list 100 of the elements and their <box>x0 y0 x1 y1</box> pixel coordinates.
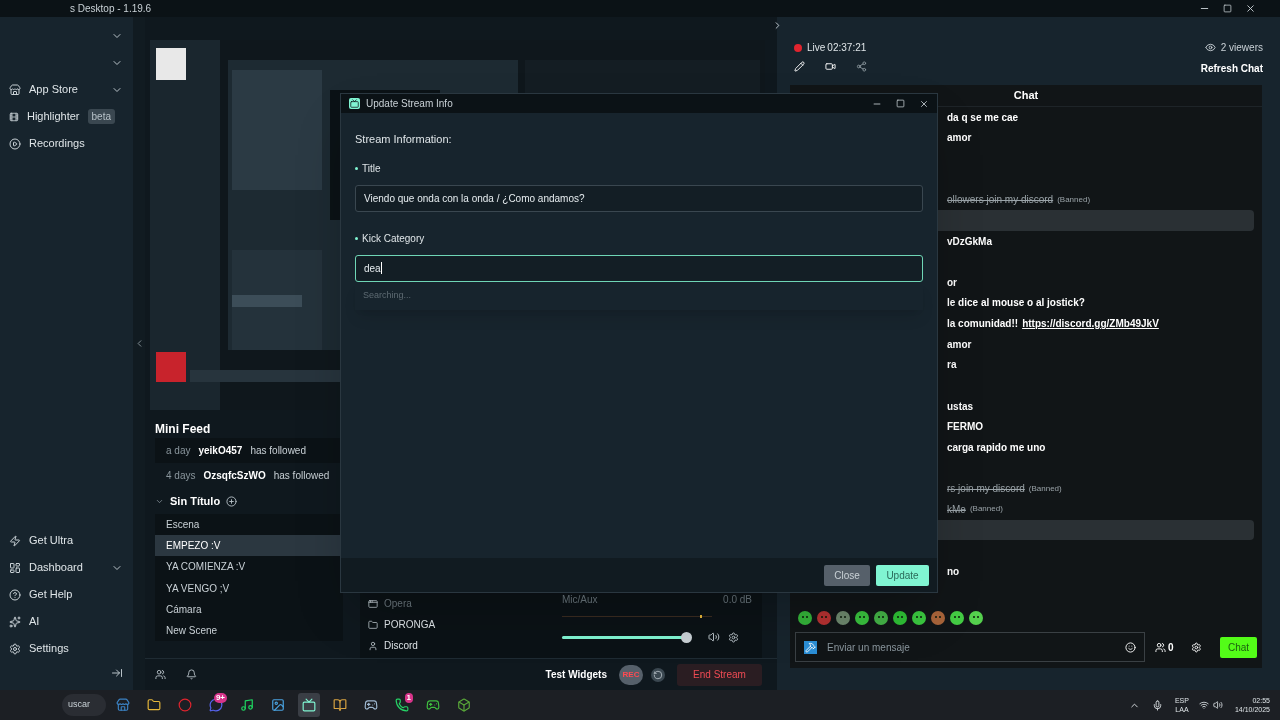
sidebar-item[interactable]: Recordings <box>29 135 85 152</box>
slider-handle[interactable] <box>680 631 692 643</box>
store-icon <box>9 83 21 96</box>
mixer-label: Mic/Aux <box>562 593 598 607</box>
settings-icon <box>9 642 21 655</box>
feed-action: has followed <box>250 444 306 458</box>
image-icon <box>271 698 285 712</box>
share-icon[interactable] <box>856 61 867 72</box>
section-heading: Stream Information: <box>355 132 453 147</box>
sidebar-item[interactable]: Highlighter <box>26 108 80 125</box>
message-field[interactable]: Enviar un mensaje <box>795 632 1145 662</box>
scene-item[interactable]: YA VENGO ;V <box>155 577 343 599</box>
chat-message: carga rapido me uno <box>947 440 1046 455</box>
source-item[interactable]: PORONGA <box>384 617 436 632</box>
field-label: Kick Category <box>362 232 425 246</box>
mic-icon[interactable] <box>1151 699 1163 711</box>
scene-item[interactable]: New Scene <box>155 619 343 642</box>
scene-item[interactable]: EMPEZO :V <box>155 535 343 557</box>
sidebar-item[interactable]: Get Ultra <box>29 532 73 549</box>
reset-icon[interactable] <box>651 667 665 682</box>
volume-slider[interactable] <box>562 631 692 643</box>
hammer-icon[interactable] <box>804 640 817 654</box>
sidebar-item[interactable]: Get Help <box>29 586 73 603</box>
help-icon <box>9 588 21 601</box>
discord-link[interactable]: https://discord.gg/ZMb49JkV <box>1022 316 1159 332</box>
close-icon[interactable] <box>919 98 929 109</box>
chat-message: ra <box>947 358 957 373</box>
dashboard-icon <box>9 561 21 574</box>
scene-item[interactable]: Escena <box>155 514 343 536</box>
bolt-icon <box>9 534 21 547</box>
mixer-reading: 0.0 dB <box>723 593 752 607</box>
app-icon <box>349 98 360 109</box>
emote-icon[interactable] <box>912 611 926 625</box>
banned-tag: (Banned) <box>969 503 1003 516</box>
chat-title: Chat <box>1013 88 1039 104</box>
close-button[interactable]: Close <box>824 564 870 586</box>
chat-bubble-icon <box>209 698 223 712</box>
collapse-icon[interactable] <box>111 667 123 679</box>
text-field[interactable]: dea <box>355 254 923 282</box>
edit-icon[interactable] <box>794 61 805 72</box>
live-label: Live <box>807 41 826 55</box>
store-icon <box>116 698 130 712</box>
scene-item[interactable]: Cámara <box>155 598 343 620</box>
test-widgets-button[interactable]: Test Widgets <box>545 667 607 682</box>
chat-message: ustas <box>947 399 974 414</box>
ring-icon <box>178 698 192 712</box>
maximize-icon[interactable] <box>896 99 905 108</box>
chat-message: no <box>947 564 960 579</box>
emote-icon[interactable] <box>874 611 888 625</box>
emote-icon[interactable] <box>836 611 850 625</box>
bell-icon[interactable] <box>186 669 197 680</box>
maximize-icon[interactable] <box>1223 4 1232 13</box>
scene-item[interactable]: YA COMIENZA :V <box>155 556 343 578</box>
cube-icon <box>457 698 471 712</box>
mini-feed-title: Mini Feed <box>155 421 212 438</box>
chat-message: le dice al mouse o al jostick? <box>947 296 1085 311</box>
send-chat-button[interactable]: Chat <box>1220 636 1257 658</box>
refresh-chat-button[interactable]: Refresh Chat <box>1200 61 1263 76</box>
notification-badge: 1 <box>404 693 413 703</box>
taskbar-app[interactable]: 9+ <box>205 693 227 717</box>
close-icon[interactable] <box>1245 3 1256 14</box>
emote-icon[interactable] <box>950 611 964 625</box>
play-icon <box>9 137 21 150</box>
emote-icon[interactable] <box>893 611 907 625</box>
beta-badge: beta <box>87 109 115 124</box>
speaker-icon[interactable] <box>1212 700 1223 710</box>
source-item[interactable]: Discord <box>384 638 418 653</box>
points-count: 0 <box>1167 640 1174 655</box>
emote-icon[interactable] <box>855 611 869 625</box>
chat-message: amor <box>947 131 972 146</box>
search-field[interactable]: uscar <box>62 694 106 716</box>
eye-icon <box>1204 42 1216 53</box>
book-icon <box>333 698 347 712</box>
speaker-icon[interactable] <box>708 631 720 643</box>
folder-icon <box>368 619 378 630</box>
taskbar-app[interactable]: 1 <box>391 693 413 717</box>
emote-icon[interactable] <box>931 611 945 625</box>
wifi-icon[interactable] <box>1198 700 1209 710</box>
taskbar-app[interactable] <box>298 693 320 717</box>
chat-message: or <box>947 275 957 290</box>
emote-icon[interactable] <box>798 611 812 625</box>
sidebar-item[interactable]: Dashboard <box>29 559 83 576</box>
user-icon <box>368 640 378 651</box>
camera-icon[interactable] <box>825 61 836 72</box>
feed-user: yeikO457 <box>198 444 243 458</box>
text-field[interactable]: Viendo que onda con la onda / ¿Como andamos? <box>355 184 923 212</box>
chat-message: vDzGkMa <box>947 234 992 249</box>
feed-time: a day <box>166 444 191 458</box>
dialog-title: Update Stream Info <box>366 97 453 111</box>
add-icon[interactable] <box>226 495 238 507</box>
end-stream-button[interactable]: End Stream <box>677 663 762 686</box>
emoji-icon[interactable] <box>1124 641 1136 653</box>
folder-icon <box>147 698 161 712</box>
emote-icon[interactable] <box>969 611 983 625</box>
chat-message: rs join my discord <box>947 482 1025 497</box>
sidebar-item[interactable]: AI <box>29 613 40 630</box>
settings-icon[interactable] <box>728 631 739 643</box>
sidebar-item[interactable]: Settings <box>29 640 69 657</box>
update-button[interactable]: Update <box>876 564 929 586</box>
sidebar-item[interactable]: App Store <box>29 81 78 98</box>
